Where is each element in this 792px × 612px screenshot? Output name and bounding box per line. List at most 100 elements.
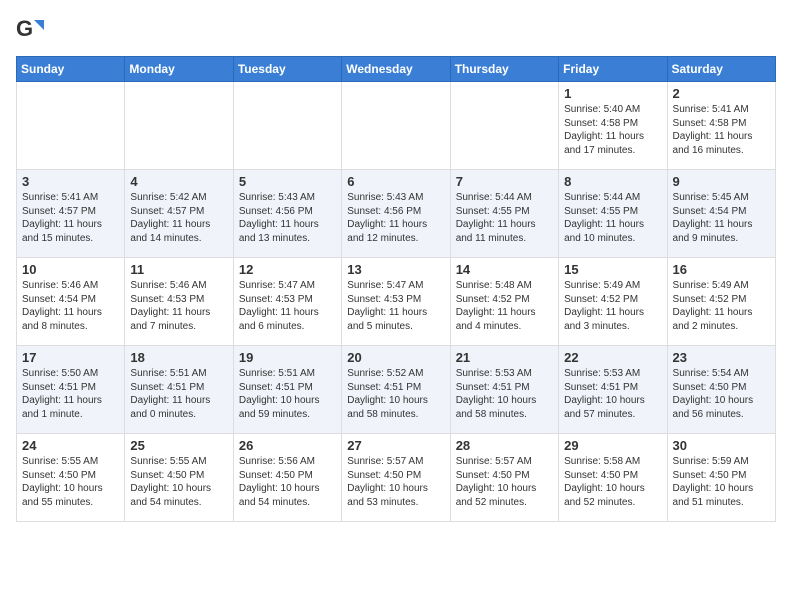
- day-number: 24: [22, 438, 119, 453]
- calendar-cell: 21Sunrise: 5:53 AMSunset: 4:51 PMDayligh…: [450, 346, 558, 434]
- header-cell-tuesday: Tuesday: [233, 57, 341, 82]
- calendar-cell: 12Sunrise: 5:47 AMSunset: 4:53 PMDayligh…: [233, 258, 341, 346]
- calendar-row-4: 24Sunrise: 5:55 AMSunset: 4:50 PMDayligh…: [17, 434, 776, 522]
- day-info-line: Daylight: 11 hours and 7 minutes.: [130, 306, 227, 333]
- calendar-cell: 30Sunrise: 5:59 AMSunset: 4:50 PMDayligh…: [667, 434, 775, 522]
- day-number: 15: [564, 262, 661, 277]
- day-number: 27: [347, 438, 444, 453]
- calendar-cell: 19Sunrise: 5:51 AMSunset: 4:51 PMDayligh…: [233, 346, 341, 434]
- calendar-cell: 5Sunrise: 5:43 AMSunset: 4:56 PMDaylight…: [233, 170, 341, 258]
- calendar-cell: 9 Sunrise: 5:45 AMSunset: 4:54 PMDaylight…: [667, 170, 775, 258]
- day-number: 10: [22, 262, 119, 277]
- day-info-line: Sunset: 4:58 PM: [673, 117, 770, 131]
- day-number: 22: [564, 350, 661, 365]
- day-info-line: Daylight: 11 hours and 5 minutes.: [347, 306, 444, 333]
- day-number: 3: [22, 174, 119, 189]
- calendar-row-2: 10Sunrise: 5:46 AMSunset: 4:54 PMDayligh…: [17, 258, 776, 346]
- calendar-cell: 15Sunrise: 5:49 AMSunset: 4:52 PMDayligh…: [559, 258, 667, 346]
- day-info-line: Sunset: 4:57 PM: [130, 205, 227, 219]
- calendar-row-3: 17Sunrise: 5:50 AMSunset: 4:51 PMDayligh…: [17, 346, 776, 434]
- day-info-line: Sunset: 4:50 PM: [673, 381, 770, 395]
- calendar-cell: 7Sunrise: 5:44 AMSunset: 4:55 PMDaylight…: [450, 170, 558, 258]
- day-info-line: Daylight: 10 hours and 52 minutes.: [456, 482, 553, 509]
- day-info-line: Daylight: 10 hours and 57 minutes.: [564, 394, 661, 421]
- day-info-line: Sunrise: 5:58 AM: [564, 455, 661, 469]
- calendar-cell: 25Sunrise: 5:55 AMSunset: 4:50 PMDayligh…: [125, 434, 233, 522]
- day-info-line: Sunset: 4:50 PM: [130, 469, 227, 483]
- day-number: 6: [347, 174, 444, 189]
- day-info-line: Daylight: 11 hours and 15 minutes.: [22, 218, 119, 245]
- day-info-line: Daylight: 11 hours and 8 minutes.: [22, 306, 119, 333]
- day-info-line: Sunset: 4:56 PM: [239, 205, 336, 219]
- day-number: 18: [130, 350, 227, 365]
- day-info-line: Daylight: 10 hours and 58 minutes.: [456, 394, 553, 421]
- day-info-line: Sunset: 4:53 PM: [347, 293, 444, 307]
- day-info-line: Sunset: 4:50 PM: [22, 469, 119, 483]
- day-info-line: Sunset: 4:55 PM: [564, 205, 661, 219]
- day-number: 26: [239, 438, 336, 453]
- calendar-cell: 26Sunrise: 5:56 AMSunset: 4:50 PMDayligh…: [233, 434, 341, 522]
- day-info-line: Sunrise: 5:43 AM: [239, 191, 336, 205]
- day-info-line: Sunrise: 5:54 AM: [673, 367, 770, 381]
- day-info-line: Sunrise: 5:57 AM: [456, 455, 553, 469]
- header-cell-sunday: Sunday: [17, 57, 125, 82]
- calendar-cell: 22Sunrise: 5:53 AMSunset: 4:51 PMDayligh…: [559, 346, 667, 434]
- calendar-cell: 14Sunrise: 5:48 AMSunset: 4:52 PMDayligh…: [450, 258, 558, 346]
- day-info-line: Sunrise: 5:53 AM: [456, 367, 553, 381]
- day-info-line: Daylight: 10 hours and 54 minutes.: [239, 482, 336, 509]
- day-number: 17: [22, 350, 119, 365]
- day-info-line: Daylight: 11 hours and 6 minutes.: [239, 306, 336, 333]
- day-info-line: Sunrise: 5:42 AM: [130, 191, 227, 205]
- day-info-line: Sunrise: 5:53 AM: [564, 367, 661, 381]
- day-number: 16: [673, 262, 770, 277]
- header-cell-saturday: Saturday: [667, 57, 775, 82]
- calendar-cell: 29Sunrise: 5:58 AMSunset: 4:50 PMDayligh…: [559, 434, 667, 522]
- day-number: 25: [130, 438, 227, 453]
- day-number: 19: [239, 350, 336, 365]
- day-info-line: Sunrise: 5:55 AM: [22, 455, 119, 469]
- day-info-line: Sunset: 4:52 PM: [564, 293, 661, 307]
- day-number: 23: [673, 350, 770, 365]
- day-info-line: Sunrise: 5:43 AM: [347, 191, 444, 205]
- calendar-cell: 13Sunrise: 5:47 AMSunset: 4:53 PMDayligh…: [342, 258, 450, 346]
- header-cell-monday: Monday: [125, 57, 233, 82]
- calendar-row-0: 1Sunrise: 5:40 AMSunset: 4:58 PMDaylight…: [17, 82, 776, 170]
- day-info-line: Sunset: 4:53 PM: [239, 293, 336, 307]
- day-info-line: Daylight: 11 hours and 9 minutes.: [673, 218, 770, 245]
- calendar-cell: 6Sunrise: 5:43 AMSunset: 4:56 PMDaylight…: [342, 170, 450, 258]
- day-info-line: Daylight: 11 hours and 13 minutes.: [239, 218, 336, 245]
- day-info-line: Sunrise: 5:55 AM: [130, 455, 227, 469]
- day-number: 13: [347, 262, 444, 277]
- logo: G: [16, 16, 48, 44]
- day-number: 11: [130, 262, 227, 277]
- day-info-line: Daylight: 11 hours and 17 minutes.: [564, 130, 661, 157]
- day-info-line: Sunrise: 5:44 AM: [564, 191, 661, 205]
- day-number: 12: [239, 262, 336, 277]
- calendar-cell: 4Sunrise: 5:42 AMSunset: 4:57 PMDaylight…: [125, 170, 233, 258]
- day-info-line: Sunset: 4:50 PM: [564, 469, 661, 483]
- day-info-line: Daylight: 11 hours and 2 minutes.: [673, 306, 770, 333]
- day-info-line: Sunset: 4:51 PM: [239, 381, 336, 395]
- day-info-line: Sunrise: 5:45 AM: [673, 191, 770, 205]
- day-number: 7: [456, 174, 553, 189]
- calendar-body: 1Sunrise: 5:40 AMSunset: 4:58 PMDaylight…: [17, 82, 776, 522]
- logo-icon: G: [16, 16, 44, 44]
- day-number: 9: [673, 174, 770, 189]
- day-info-line: Sunset: 4:52 PM: [673, 293, 770, 307]
- day-number: 30: [673, 438, 770, 453]
- day-number: 29: [564, 438, 661, 453]
- day-info-line: Sunrise: 5:46 AM: [130, 279, 227, 293]
- calendar-cell: 24Sunrise: 5:55 AMSunset: 4:50 PMDayligh…: [17, 434, 125, 522]
- day-info-line: Sunrise: 5:51 AM: [130, 367, 227, 381]
- day-info-line: Sunrise: 5:50 AM: [22, 367, 119, 381]
- day-info-line: Sunset: 4:50 PM: [673, 469, 770, 483]
- day-info-line: Sunset: 4:54 PM: [673, 205, 770, 219]
- header-row: SundayMondayTuesdayWednesdayThursdayFrid…: [17, 57, 776, 82]
- calendar-cell: [342, 82, 450, 170]
- calendar-table: SundayMondayTuesdayWednesdayThursdayFrid…: [16, 56, 776, 522]
- calendar-cell: 17Sunrise: 5:50 AMSunset: 4:51 PMDayligh…: [17, 346, 125, 434]
- day-info-line: Daylight: 10 hours and 59 minutes.: [239, 394, 336, 421]
- day-info-line: Sunrise: 5:52 AM: [347, 367, 444, 381]
- day-info-line: Daylight: 11 hours and 0 minutes.: [130, 394, 227, 421]
- day-info-line: Sunrise: 5:48 AM: [456, 279, 553, 293]
